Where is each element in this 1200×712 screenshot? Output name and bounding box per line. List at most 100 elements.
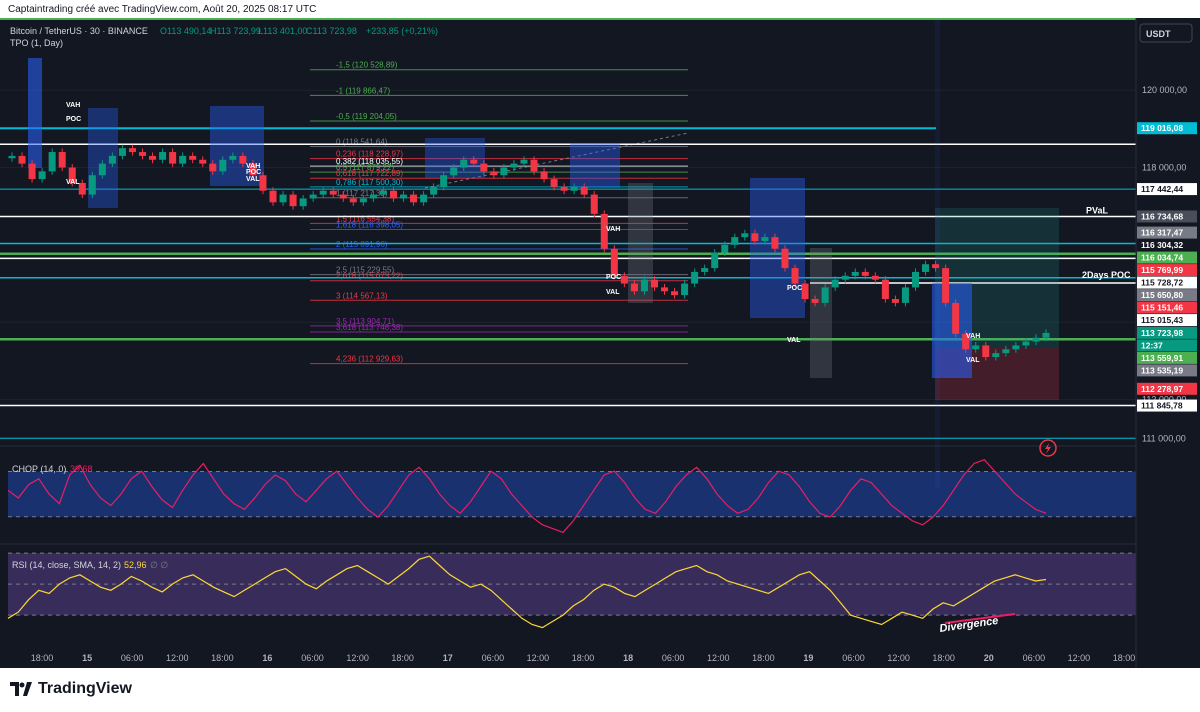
currency-button[interactable]: USDT <box>1139 23 1193 43</box>
fib-level-label: 1,618 (116 398,05) <box>336 220 403 229</box>
candle-body <box>48 152 56 172</box>
ohlc-open: O113 490,14 <box>160 26 211 36</box>
chart-frame[interactable]: -1,5 (120 528,89) -1 (119 866,47) -0,5 (11… <box>0 18 1200 668</box>
candle-body <box>88 175 96 195</box>
profile-label: POC <box>606 274 621 281</box>
candle-body <box>891 299 899 303</box>
time-axis-tick: 17 <box>443 653 453 663</box>
rsi-value: 52,96 <box>124 560 147 570</box>
candle-body <box>138 152 147 156</box>
candle-body <box>460 159 468 168</box>
candle-body <box>731 237 739 245</box>
price-tag-label: 115 769,99 <box>1141 265 1183 275</box>
candle-body <box>369 194 377 199</box>
chart-canvas[interactable]: -1,5 (120 528,89) -1 (119 866,47) -0,5 (11… <box>0 18 1200 668</box>
ohlc-change: +233,85 (+0,21%) <box>366 26 438 36</box>
profile-label: VAL <box>246 176 260 183</box>
candle-body <box>901 287 909 303</box>
candle-body <box>580 186 588 195</box>
candle-body <box>982 345 990 358</box>
price-tag-label: 113 535,19 <box>1141 365 1183 375</box>
candle-body <box>199 159 207 164</box>
candle-body <box>98 163 106 176</box>
candle-body <box>329 190 337 195</box>
candle-body <box>169 152 177 164</box>
candle-body <box>389 190 397 199</box>
candle-body <box>58 152 66 168</box>
candle-body <box>289 194 297 207</box>
time-axis-tick: 06:00 <box>842 653 865 663</box>
session-shade <box>935 18 940 488</box>
footer: TradingView <box>0 668 1200 712</box>
profile-label: VAL <box>66 179 80 186</box>
rsi-extra: ∅ ∅ <box>150 560 168 570</box>
price-tag-label: 113 723,98 <box>1141 328 1183 338</box>
time-axis-tick: 18:00 <box>752 653 775 663</box>
candle-body <box>952 302 960 334</box>
candle-body <box>992 353 1000 358</box>
price-tag-label: 116 304,32 <box>1141 240 1183 250</box>
chop-label: CHOP (14, 0) <box>12 464 66 474</box>
candle-body <box>18 155 26 164</box>
fib-level-label: -0,5 (119 204,05) <box>336 112 397 121</box>
price-axis-tick: 118 000,00 <box>1142 163 1186 173</box>
time-axis-tick: 18:00 <box>572 653 595 663</box>
candle-body <box>570 186 578 191</box>
candle-body <box>932 264 940 269</box>
fib-level-label: 4,236 (112 929,63) <box>336 355 403 364</box>
candle-body <box>781 248 789 269</box>
price-tag-label: 116 317,47 <box>1141 228 1183 238</box>
time-axis-tick: 06:00 <box>662 653 685 663</box>
candle-body <box>610 248 618 276</box>
price-tag-label: 12:37 <box>1141 340 1163 350</box>
rsi-label: RSI (14, close, SMA, 14, 2) <box>12 560 121 570</box>
tpo-indicator-label[interactable]: TPO (1, Day) <box>10 38 63 48</box>
ohlc-close: C113 723,98 <box>306 26 357 36</box>
chop-value: 39,68 <box>70 464 93 474</box>
candle-body <box>179 155 187 164</box>
candle-body <box>309 194 317 199</box>
time-axis-tick: 06:00 <box>121 653 144 663</box>
candle-body <box>801 283 809 300</box>
candle-body <box>209 163 217 172</box>
candle-body <box>821 287 829 303</box>
candle-body <box>299 198 307 207</box>
candle-body <box>359 198 367 203</box>
price-tag-label: 116 034,74 <box>1141 253 1183 263</box>
candle-body <box>78 182 86 195</box>
candle-body <box>851 271 859 276</box>
candle-body <box>791 268 799 284</box>
fib-level-label: -1 (119 866,47) <box>336 86 390 95</box>
time-axis-tick: 18 <box>623 653 633 663</box>
candle-body <box>721 244 729 253</box>
candle-body <box>108 155 116 164</box>
price-tag-label: 115 151,46 <box>1141 303 1183 313</box>
time-axis-tick: 12:00 <box>1068 653 1091 663</box>
price-tag-label: 113 559,91 <box>1141 353 1183 363</box>
candle-body <box>8 155 16 159</box>
candle-body <box>942 268 950 303</box>
candle-body <box>490 171 498 176</box>
candle-body <box>771 237 779 249</box>
time-axis-tick: 12:00 <box>166 653 189 663</box>
tpo-profile-5 <box>570 143 620 188</box>
candle-body <box>430 186 438 195</box>
candle-body <box>661 287 669 292</box>
symbol-name[interactable]: Bitcoin / TetherUS · 30 · BINANCE <box>10 26 148 36</box>
price-tag-label: 115 015,43 <box>1141 315 1183 325</box>
candle-body <box>530 159 538 172</box>
candle-body <box>510 163 518 168</box>
price-axis-tick: 111 000,00 <box>1142 433 1186 443</box>
time-axis-tick: 18:00 <box>391 653 414 663</box>
profile-label: VAL <box>966 357 980 364</box>
candle-body <box>269 190 277 203</box>
profile-label: POC <box>246 169 261 176</box>
candle-body <box>1042 332 1050 338</box>
time-axis-tick: 12:00 <box>527 653 550 663</box>
tradingview-logo[interactable]: TradingView <box>10 680 132 698</box>
candle-body <box>540 171 548 180</box>
candle-body <box>450 167 458 176</box>
time-axis-tick: 18:00 <box>932 653 955 663</box>
candle-body <box>28 163 36 180</box>
candle-body <box>671 291 679 296</box>
